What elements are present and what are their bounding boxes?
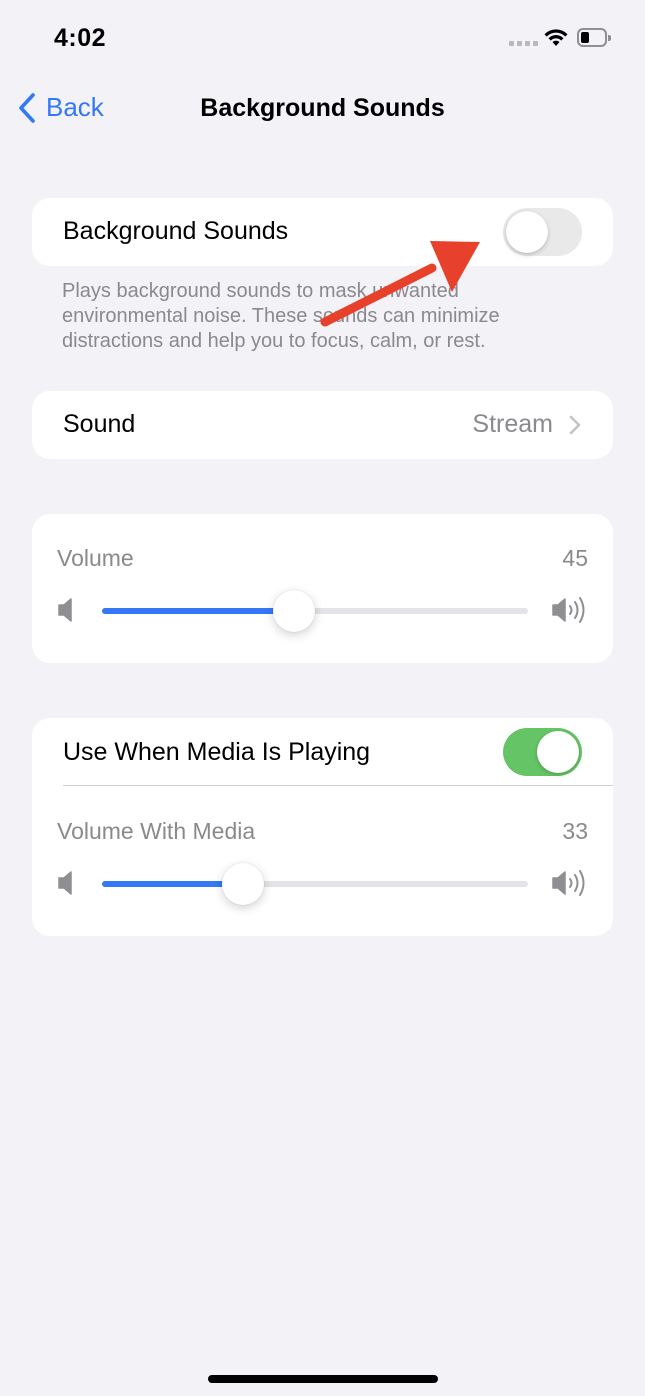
- volume-with-media-value: 33: [562, 818, 588, 844]
- background-sounds-toggle[interactable]: [503, 208, 582, 256]
- background-sounds-description: Plays background sounds to mask unwanted…: [62, 280, 500, 352]
- chevron-right-icon: [569, 415, 581, 435]
- page-title: Background Sounds: [200, 94, 445, 122]
- use-when-media-playing-toggle[interactable]: [503, 728, 582, 776]
- toggle-knob: [506, 211, 548, 253]
- volume-with-media-slider-thumb[interactable]: [221, 863, 264, 905]
- sound-row[interactable]: Sound Stream: [32, 391, 613, 459]
- use-when-media-playing-label: Use When Media Is Playing: [63, 738, 371, 766]
- speaker-high-icon: [552, 597, 585, 623]
- cellular-signal-icon: [509, 41, 538, 46]
- speaker-high-icon: [552, 870, 585, 896]
- volume-with-media-slider[interactable]: [102, 863, 528, 905]
- speaker-low-icon: [58, 871, 72, 895]
- volume-label: Volume: [57, 545, 134, 571]
- battery-level: [581, 32, 589, 43]
- sound-label: Sound: [63, 410, 136, 438]
- speaker-low-icon: [58, 598, 72, 622]
- home-indicator[interactable]: [208, 1375, 438, 1383]
- clock: 4:02: [54, 24, 107, 52]
- background-sounds-card: Background Sounds: [32, 198, 613, 266]
- media-card: Use When Media Is Playing Volume With Me…: [32, 718, 613, 936]
- divider: [63, 785, 613, 786]
- volume-card: Volume 45: [32, 514, 613, 663]
- battery-icon: [577, 28, 611, 47]
- wifi-icon: [544, 29, 568, 46]
- sound-value: Stream: [472, 410, 553, 438]
- volume-with-media-label: Volume With Media: [57, 818, 256, 844]
- background-sounds-label: Background Sounds: [63, 217, 289, 245]
- navigation-bar: Back Background Sounds: [0, 88, 645, 132]
- volume-value: 45: [562, 545, 588, 571]
- volume-slider-thumb[interactable]: [272, 590, 315, 632]
- toggle-knob: [537, 731, 579, 773]
- volume-slider-fill: [102, 608, 294, 614]
- volume-slider[interactable]: [102, 590, 528, 632]
- status-bar: 4:02: [0, 0, 645, 80]
